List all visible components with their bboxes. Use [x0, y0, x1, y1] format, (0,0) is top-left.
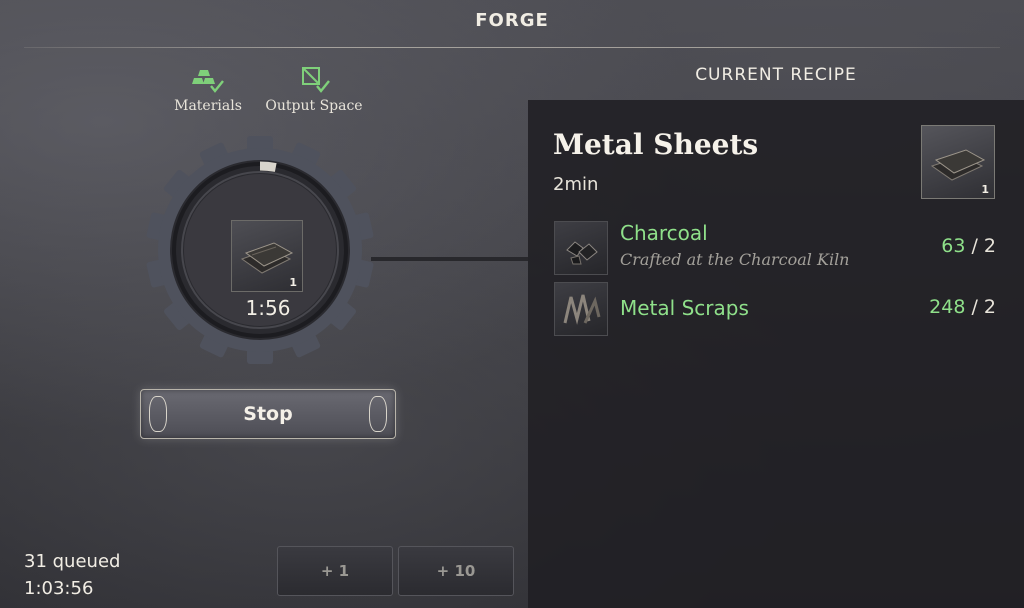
ingredient-quantity: 248 / 2	[929, 296, 996, 318]
ingredient-quantity: 63 / 2	[941, 235, 996, 257]
recipe-output-count: 1	[981, 183, 989, 196]
queue-total-time: 1:03:56	[24, 578, 94, 599]
stop-button[interactable]: Stop	[140, 389, 396, 439]
charcoal-lumps-icon	[566, 241, 598, 265]
ingredient-subtitle: Crafted at the Charcoal Kiln	[620, 250, 850, 269]
connector-line	[371, 257, 528, 261]
craft-timer: 1:56	[245, 296, 291, 320]
ingredient-name: Metal Scraps	[620, 296, 749, 320]
crafting-item-slot[interactable]: 1	[231, 220, 303, 292]
materials-label: Materials	[174, 98, 242, 114]
charcoal-icon[interactable]	[554, 221, 608, 275]
gold-bars-check-icon	[192, 70, 224, 93]
crate-check-icon	[302, 67, 330, 93]
add-one-button[interactable]: + 1	[277, 546, 393, 596]
button-cap-right	[369, 396, 387, 432]
ingredient-need: / 2	[971, 235, 996, 257]
add-ten-button[interactable]: + 10	[398, 546, 514, 596]
metal-scraps-icon[interactable]	[554, 282, 608, 336]
ingredient-have: 248	[929, 296, 966, 318]
scrap-metal-icon	[563, 294, 601, 325]
output-space-label: Output Space	[265, 98, 363, 114]
recipe-header: CURRENT RECIPE	[695, 65, 857, 85]
stop-label: Stop	[243, 403, 293, 425]
materials-status: Materials	[170, 66, 246, 114]
window-title: FORGE	[475, 10, 549, 31]
recipe-output-slot[interactable]: 1	[921, 125, 995, 199]
output-space-status: Output Space	[258, 66, 370, 114]
crafting-item-count: 1	[289, 276, 297, 289]
ingredient-need: / 2	[971, 296, 996, 318]
queued-count: 31 queued	[24, 551, 121, 572]
button-cap-left	[149, 396, 167, 432]
recipe-name: Metal Sheets	[553, 128, 759, 161]
title-divider	[24, 47, 1000, 48]
ingredient-have: 63	[941, 235, 966, 257]
queue-info: 31 queued 1:03:56	[24, 548, 120, 602]
recipe-time: 2min	[553, 174, 599, 195]
ingredient-name: Charcoal	[620, 221, 708, 245]
